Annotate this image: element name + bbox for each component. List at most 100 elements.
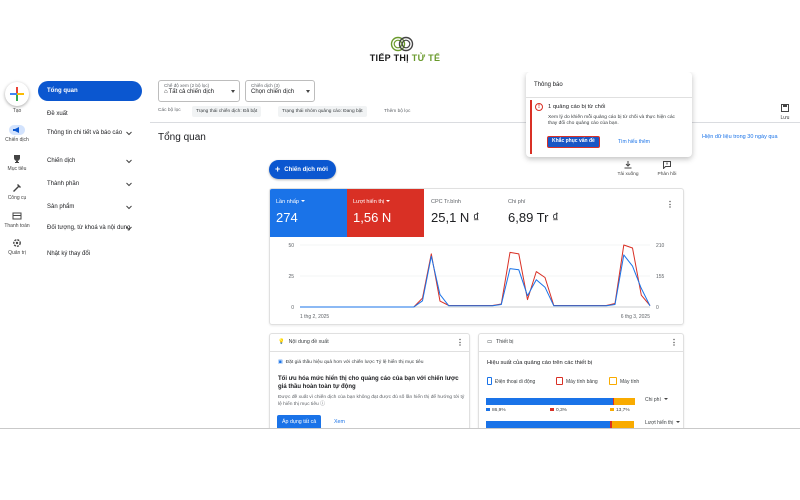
metric-selector-cost[interactable]: Chi phí: [645, 397, 668, 403]
page-title: Tổng quan: [158, 132, 206, 143]
nav-item-campaigns[interactable]: Chiến dịch: [38, 158, 142, 165]
notification-title: Thông báo: [534, 82, 563, 88]
metric-selector-impressions[interactable]: Lượt hiển thị: [645, 420, 681, 426]
metric-selector-label: Lượt hiển thị: [645, 420, 674, 426]
x-tick-end: 6 thg 3, 2025: [621, 314, 650, 320]
recommendation-subtitle: Đặt giá thầu hiệu quả hơn với chiến lược…: [285, 360, 424, 365]
nav-label: Thông tin chi tiết và báo cáo: [47, 130, 123, 136]
rail-item-billing[interactable]: Thanh toán: [0, 211, 34, 239]
google-ads-window: Tạo Chiến dịch Mục tiêu Công cụ Thanh to…: [0, 72, 800, 429]
nav-item-assets[interactable]: Thành phần: [38, 181, 142, 188]
x-tick-start: 1 thg 2, 2025: [300, 314, 329, 320]
y-tick-left: 50: [288, 243, 294, 249]
plus-color-icon: [10, 87, 24, 101]
lightbulb-icon: 💡: [278, 339, 285, 345]
save-button[interactable]: Lưu: [775, 104, 795, 122]
metric-name: Lần nhấp: [276, 199, 299, 205]
bar-segment: [614, 398, 635, 405]
rail-label: Mục tiêu: [7, 166, 27, 172]
device-bar-impressions: [486, 421, 634, 428]
bar-label-tablet: 0,3%: [550, 408, 567, 413]
apply-all-button[interactable]: Áp dụng tất cả: [277, 415, 322, 428]
campaign-selector-value: Chọn chiến dịch: [251, 89, 295, 95]
recommendations-card: 💡 Nội dung đề xuất ⋮ ▣ Đặt giá thầu hiệu q…: [269, 333, 470, 428]
metric-value: 25,1 N ₫: [431, 210, 480, 225]
performance-chart-card: Lần nhấp 274 Lượt hiển thị 1,56 N CPC Tr…: [269, 188, 684, 325]
bar-segment: [486, 398, 614, 405]
rail-item-goals[interactable]: Mục tiêu: [0, 154, 34, 182]
admin-gear-icon: [9, 238, 25, 248]
nav-item-products[interactable]: Sản phẩm: [38, 204, 142, 211]
more-options-icon[interactable]: ⋮: [670, 339, 678, 347]
rail-item-campaigns[interactable]: Chiến dịch: [0, 125, 34, 153]
legend-computer: Máy tính: [609, 377, 639, 385]
nav-label: Nhật ký thay đổi: [47, 251, 91, 257]
y-tick-right: 210: [656, 243, 665, 249]
more-options-icon[interactable]: ⋮: [666, 201, 674, 209]
view-selector-label: Chế độ xem (2 bộ lọc): [164, 83, 210, 88]
download-icon: [624, 161, 632, 169]
series-line-clicks: [300, 254, 651, 308]
new-campaign-button[interactable]: + Chiến dịch mới: [269, 160, 336, 179]
y-tick-left: 0: [291, 305, 294, 311]
create-button[interactable]: [5, 82, 29, 106]
metric-name: CPC Tr.bình: [431, 199, 461, 205]
nav-item-change-history[interactable]: Nhật ký thay đổi: [38, 251, 142, 258]
add-filter-button[interactable]: Thêm bộ lọc: [380, 106, 414, 117]
feedback-button[interactable]: Phản hồi: [652, 160, 682, 180]
nav-item-audiences[interactable]: Đối tượng, từ khoá và nội dung: [38, 225, 134, 232]
nav-item-overview[interactable]: Tổng quan: [38, 81, 142, 101]
more-options-icon[interactable]: ⋮: [456, 339, 464, 347]
rail-item-admin[interactable]: Quản trị: [0, 238, 34, 266]
metric-tile-impressions[interactable]: Lượt hiển thị 1,56 N: [347, 189, 424, 237]
recommendation-title: Tối ưu hóa mức hiển thị cho quảng cáo củ…: [278, 376, 459, 390]
dropdown-arrow-icon: [231, 90, 235, 93]
filter-divider: [150, 122, 800, 123]
notification-item: ! 1 quảng cáo bị từ chối Xem lý do khiến…: [530, 100, 688, 154]
date-range-link[interactable]: Hiện dữ liệu trong 30 ngày qua: [702, 134, 778, 140]
help-icon[interactable]: ⓘ: [320, 402, 325, 407]
notification-heading: 1 quảng cáo bị từ chối: [548, 104, 606, 110]
recommendation-description: Được đề xuất vì chiến dịch của bạn không…: [278, 395, 468, 408]
credit-card-icon: [9, 211, 25, 221]
bar-segment: [611, 421, 634, 428]
computer-icon: [609, 377, 617, 385]
nav-item-insights[interactable]: Thông tin chi tiết và báo cáo: [38, 130, 134, 137]
trophy-icon: [9, 154, 25, 164]
nav-label: Chiến dịch: [47, 158, 76, 164]
bidding-icon: ▣: [278, 360, 283, 365]
brand-prefix: TIẾP THỊ: [369, 53, 409, 63]
metric-tile-avg-cpc[interactable]: CPC Tr.bình 25,1 N ₫: [425, 189, 502, 237]
chevron-down-icon: [126, 182, 132, 186]
metric-value: 274: [276, 210, 298, 225]
bar-segment: [486, 421, 611, 428]
download-button[interactable]: Tải xuống: [613, 160, 643, 180]
fix-issue-button[interactable]: Khắc phục vấn đề: [547, 136, 600, 148]
metric-tile-cost[interactable]: Chi phí 6,89 Tr ₫: [502, 189, 582, 237]
chevron-down-icon: [126, 131, 132, 135]
view-selector[interactable]: Chế độ xem (2 bộ lọc) ⌂Tất cả chiến dịch: [158, 80, 240, 102]
brand-name: TIẾP THỊ TỬ TẾ: [360, 53, 450, 63]
rail-label: Thanh toán: [4, 223, 30, 229]
save-icon: [781, 104, 789, 112]
feedback-icon: [663, 161, 671, 169]
metric-tile-clicks[interactable]: Lần nhấp 274: [270, 189, 347, 237]
rail-item-tools[interactable]: Công cụ: [0, 183, 34, 211]
campaign-selector[interactable]: Chiến dịch (3) Chọn chiến dịch: [245, 80, 315, 102]
chevron-down-icon: [126, 226, 132, 230]
new-campaign-label: Chiến dịch mới: [284, 167, 328, 173]
y-tick-right: 155: [656, 274, 665, 280]
plus-icon: +: [275, 164, 281, 174]
nav-label: Thành phần: [47, 181, 80, 187]
filter-chip-adgroup-status[interactable]: Trạng thái nhóm quảng cáo: Đang bật: [278, 106, 367, 117]
view-link[interactable]: Xem: [334, 419, 345, 425]
devices-icon: ▭: [487, 339, 493, 345]
learn-more-link[interactable]: Tìm hiểu thêm: [618, 139, 650, 145]
dropdown-arrow-icon: [300, 200, 305, 202]
campaign-icon: [9, 125, 25, 135]
nav-item-recommendations[interactable]: Đề xuất: [38, 111, 142, 118]
filter-chip-campaign-status[interactable]: Trạng thái chiến dịch: Đã bật: [192, 106, 262, 117]
metric-value: 1,56 N: [353, 210, 392, 225]
device-bar-cost: [486, 398, 635, 405]
rail-label: Quản trị: [8, 250, 26, 256]
